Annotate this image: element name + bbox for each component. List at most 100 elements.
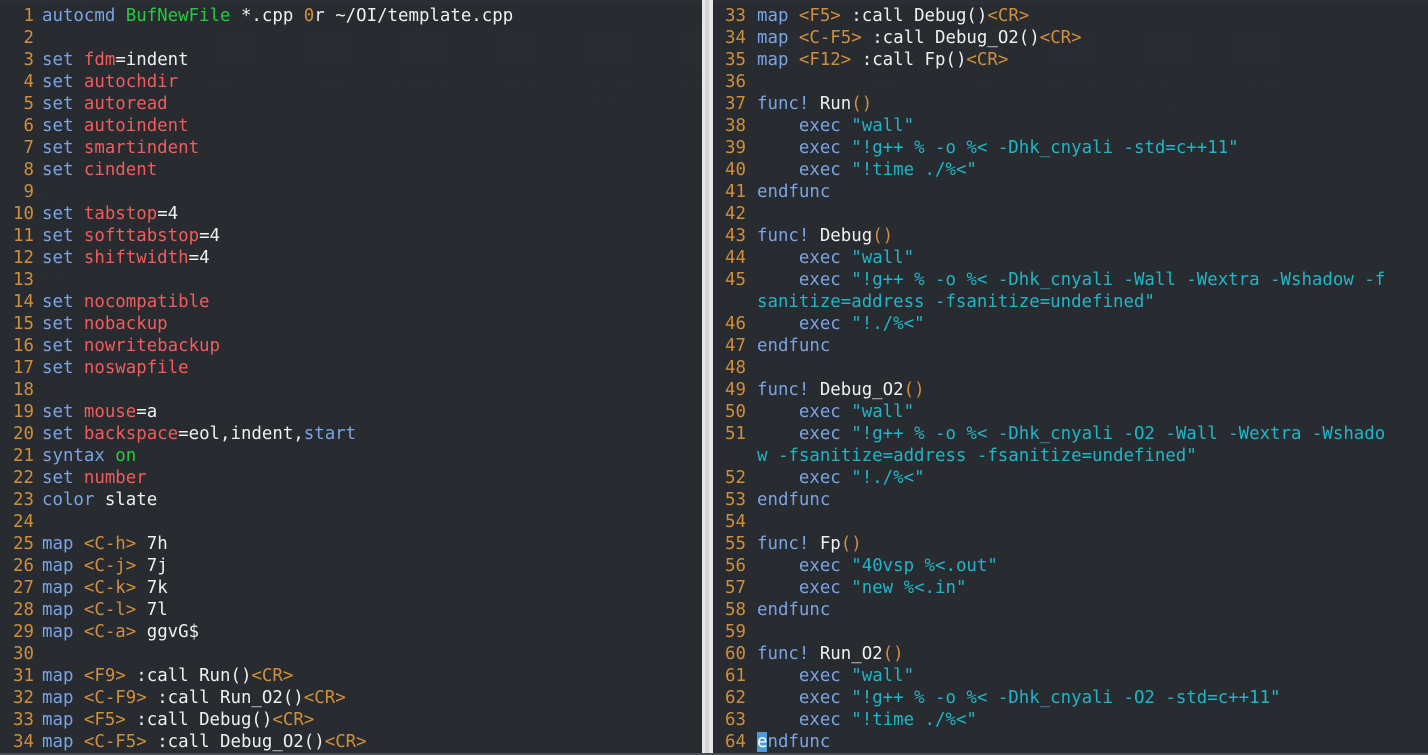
code-line[interactable]: 19 set mouse=a [0, 401, 702, 423]
vim-left-window[interactable]: 1 autocmd BufNewFile *.cpp 0r ~/OI/templa… [0, 5, 702, 753]
code-line[interactable]: 24 [0, 511, 702, 533]
code-token: exec [798, 138, 852, 158]
code-token: exec [798, 314, 852, 334]
code-line[interactable]: 23 color slate [0, 489, 702, 511]
line-number: 55 [725, 534, 746, 554]
vim-right-window[interactable]: 33 map <F5> :call Debug()<CR> 34 map <C-F5>… [713, 5, 1428, 753]
code-token: "!./%<" [851, 468, 925, 488]
code-line[interactable]: 1 autocmd BufNewFile *.cpp 0r ~/OI/templa… [0, 5, 702, 27]
code-line[interactable]: 16 set nowritebackup [0, 335, 702, 357]
code-line[interactable]: 30 [0, 643, 702, 665]
code-line[interactable]: 35 map <F12> :call Fp()<CR> [713, 49, 1428, 71]
code-token: "!g++ % -o %< -Dhk_cnyali -O2 -std=c++11… [851, 688, 1281, 708]
code-line[interactable]: 28 map <C-l> 7l [0, 599, 702, 621]
code-line[interactable]: 50 exec "wall" [713, 401, 1428, 423]
code-line[interactable]: 51 exec "!g++ % -o %< -Dhk_cnyali -O2 -W… [713, 423, 1428, 445]
code-line[interactable]: 26 map <C-j> 7j [0, 555, 702, 577]
code-line[interactable]: 36 [713, 71, 1428, 93]
line-number: 43 [725, 226, 746, 246]
code-line[interactable]: 39 exec "!g++ % -o %< -Dhk_cnyali -std=c… [713, 137, 1428, 159]
code-token: () [851, 94, 873, 114]
code-line[interactable]: 55 func! Fp() [713, 533, 1428, 555]
code-line[interactable]: 4 set autochdir [0, 71, 702, 93]
code-line[interactable]: 17 set noswapfile [0, 357, 702, 379]
code-line[interactable]: 40 exec "!time ./%<" [713, 159, 1428, 181]
code-line[interactable]: 63 exec "!time ./%<" [713, 709, 1428, 731]
code-line[interactable]: 12 set shiftwidth=4 [0, 247, 702, 269]
code-line[interactable]: 27 map <C-k> 7k [0, 577, 702, 599]
code-line[interactable]: 61 exec "wall" [713, 665, 1428, 687]
code-token: "!g++ % -o %< -Dhk_cnyali -Wall -Wextra … [851, 270, 1386, 290]
line-number: 14 [13, 292, 34, 312]
code-line[interactable]: 42 [713, 203, 1428, 225]
code-line[interactable]: 25 map <C-h> 7h [0, 533, 702, 555]
code-line[interactable]: 52 exec "!./%<" [713, 467, 1428, 489]
code-line[interactable]: sanitize=address -fsanitize=undefined" [713, 291, 1428, 313]
code-token: sanitize=address -fsanitize=undefined" [757, 292, 1155, 312]
code-line[interactable]: 8 set cindent [0, 159, 702, 181]
vertical-split-divider[interactable] [702, 0, 713, 755]
code-line[interactable]: 57 exec "new %<.in" [713, 577, 1428, 599]
code-line[interactable]: w -fsanitize=address -fsanitize=undefine… [713, 445, 1428, 467]
code-line[interactable]: 56 exec "40vsp %<.out" [713, 555, 1428, 577]
code-line[interactable]: 7 set smartindent [0, 137, 702, 159]
code-line[interactable]: 45 exec "!g++ % -o %< -Dhk_cnyali -Wall … [713, 269, 1428, 291]
code-token: endfunc [757, 336, 831, 356]
code-token: set [42, 138, 84, 158]
code-line[interactable]: 33 map <F5> :call Debug()<CR> [0, 709, 702, 731]
code-line[interactable]: 47 endfunc [713, 335, 1428, 357]
line-number: 37 [725, 94, 746, 114]
code-line[interactable]: 44 exec "wall" [713, 247, 1428, 269]
code-line[interactable]: 37 func! Run() [713, 93, 1428, 115]
code-line[interactable]: 22 set number [0, 467, 702, 489]
code-line[interactable]: 6 set autoindent [0, 115, 702, 137]
code-line[interactable]: 14 set nocompatible [0, 291, 702, 313]
code-token: map [42, 556, 84, 576]
code-token: <CR> [324, 732, 367, 752]
code-line[interactable]: 3 set fdm=indent [0, 49, 702, 71]
code-line[interactable]: 48 [713, 357, 1428, 379]
code-line[interactable]: 59 [713, 621, 1428, 643]
code-line[interactable]: 64 endfunc [713, 731, 1428, 753]
line-number: 2 [23, 28, 34, 48]
code-line[interactable]: 29 map <C-a> ggvG$ [0, 621, 702, 643]
code-line[interactable]: 58 endfunc [713, 599, 1428, 621]
code-token: set [42, 94, 84, 114]
code-line[interactable]: 34 map <C-F5> :call Debug_O2()<CR> [0, 731, 702, 753]
code-line[interactable]: 20 set backspace=eol,indent,start [0, 423, 702, 445]
line-number: 25 [13, 534, 34, 554]
code-line[interactable]: 9 [0, 181, 702, 203]
line-number: 47 [725, 336, 746, 356]
line-number: 33 [13, 710, 34, 730]
code-line[interactable]: 10 set tabstop=4 [0, 203, 702, 225]
code-token: set [42, 204, 84, 224]
code-line[interactable]: 34 map <C-F5> :call Debug_O2()<CR> [713, 27, 1428, 49]
code-line[interactable]: 33 map <F5> :call Debug()<CR> [713, 5, 1428, 27]
code-line[interactable]: 13 [0, 269, 702, 291]
code-line[interactable]: 2 [0, 27, 702, 49]
code-line[interactable]: 43 func! Debug() [713, 225, 1428, 247]
code-line[interactable]: 15 set nobackup [0, 313, 702, 335]
code-line[interactable]: 11 set softtabstop=4 [0, 225, 702, 247]
code-token: set [42, 402, 84, 422]
code-line[interactable]: 38 exec "wall" [713, 115, 1428, 137]
code-token: nobackup [83, 314, 168, 334]
code-line[interactable]: 49 func! Debug_O2() [713, 379, 1428, 401]
code-line[interactable]: 18 [0, 379, 702, 401]
code-token: 7h [136, 534, 168, 554]
code-line[interactable]: 41 endfunc [713, 181, 1428, 203]
code-token: exec [798, 578, 852, 598]
code-line[interactable]: 46 exec "!./%<" [713, 313, 1428, 335]
code-token: autoindent [83, 116, 189, 136]
code-line[interactable]: 32 map <C-F9> :call Run_O2()<CR> [0, 687, 702, 709]
code-line[interactable]: 62 exec "!g++ % -o %< -Dhk_cnyali -O2 -s… [713, 687, 1428, 709]
code-line[interactable]: 5 set autoread [0, 93, 702, 115]
code-line[interactable]: 53 endfunc [713, 489, 1428, 511]
code-token: smartindent [83, 138, 200, 158]
code-line[interactable]: 31 map <F9> :call Run()<CR> [0, 665, 702, 687]
code-line[interactable]: 54 [713, 511, 1428, 533]
code-line[interactable]: 60 func! Run_O2() [713, 643, 1428, 665]
line-number: 56 [725, 556, 746, 576]
code-line[interactable]: 21 syntax on [0, 445, 702, 467]
